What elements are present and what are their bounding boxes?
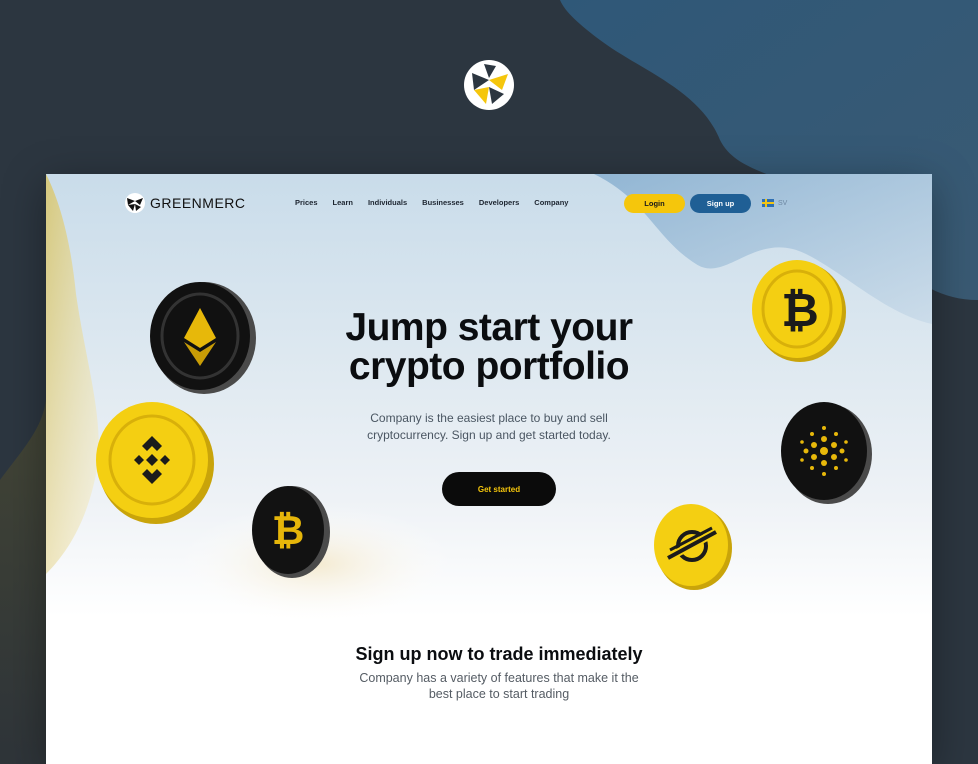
svg-text:₿: ₿	[781, 283, 819, 337]
features-subtitle: Company has a variety of features that m…	[359, 671, 639, 701]
logo-mark-icon	[464, 60, 514, 110]
website-preview: GREENMERC Prices Learn Individuals Busin…	[46, 174, 932, 764]
brand-name: GREENMERC	[150, 195, 246, 211]
nav-item-businesses[interactable]: Businesses	[422, 198, 464, 207]
signup-button[interactable]: Sign up	[690, 194, 751, 213]
bitcoin-black-coin-icon: ₿	[252, 486, 330, 578]
binance-coin-icon	[96, 402, 214, 524]
nav-item-prices[interactable]: Prices	[295, 198, 318, 207]
login-button[interactable]: Login	[624, 194, 685, 213]
brand-mark-icon	[125, 193, 145, 213]
brand-logo[interactable]: GREENMERC	[124, 192, 246, 214]
nav-item-developers[interactable]: Developers	[479, 198, 519, 207]
nav-item-individuals[interactable]: Individuals	[368, 198, 407, 207]
cardano-coin-icon	[781, 402, 872, 504]
stellar-coin-icon	[654, 504, 732, 590]
hero-subtitle: Company is the easiest place to buy and …	[367, 411, 611, 442]
language-code: SV	[778, 199, 788, 207]
ethereum-coin-icon	[150, 282, 256, 394]
sweden-flag-icon	[762, 199, 774, 207]
get-started-button[interactable]: Get started	[442, 472, 556, 506]
top-navigation: GREENMERC Prices Learn Individuals Busin…	[46, 174, 932, 232]
nav-links: Prices Learn Individuals Businesses Deve…	[295, 198, 568, 207]
nav-item-company[interactable]: Company	[534, 198, 568, 207]
language-selector[interactable]: SV	[762, 199, 787, 207]
svg-text:₿: ₿	[272, 508, 305, 554]
bitcoin-yellow-coin-icon: ₿	[752, 260, 846, 362]
features-title: Sign up now to trade immediately	[355, 644, 643, 664]
nav-item-learn[interactable]: Learn	[333, 198, 353, 207]
